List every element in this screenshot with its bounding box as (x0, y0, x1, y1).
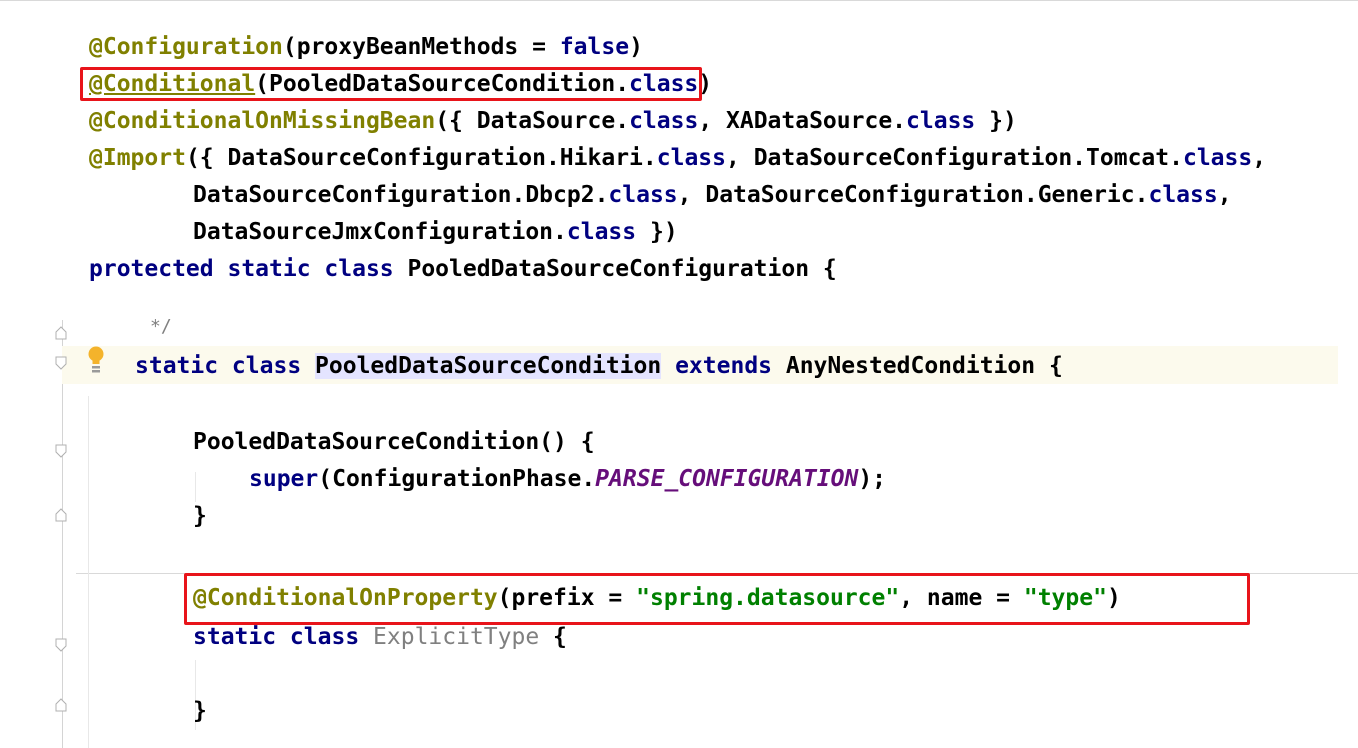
keyword: false (559, 34, 630, 60)
code-line-7: protected static class PooledDataSourceC… (89, 254, 837, 284)
code-text: PooledDataSourceCondition() { (193, 429, 595, 455)
fold-start-icon[interactable] (55, 356, 67, 370)
code-line-12: } (193, 501, 207, 531)
code-text: ) (629, 34, 643, 60)
annotation: @Import (89, 145, 186, 171)
code-line-6: DataSourceJmxConfiguration.class }) (193, 217, 678, 247)
keyword: class (656, 145, 726, 171)
code-line-8-comment: */ (150, 316, 172, 337)
code-text: , XADataSource. (698, 108, 907, 134)
code-text: DataSourceJmxConfiguration. (193, 219, 567, 245)
code-line-15: } (193, 696, 207, 726)
annotation: @ConditionalOnMissingBean (89, 108, 436, 134)
highlight-box-conditional (80, 67, 702, 101)
keyword: static class (193, 624, 360, 650)
code-text: , (1252, 145, 1267, 171)
code-text: DataSourceConfiguration.Dbcp2. (193, 182, 609, 208)
code-text: PooledDataSourceConfiguration { (393, 256, 837, 282)
fold-start-icon[interactable] (55, 444, 67, 458)
lightbulb-icon[interactable] (86, 345, 106, 373)
keyword: class (1148, 182, 1218, 208)
code-text: , (1217, 182, 1232, 208)
code-line-14: static class ExplicitType { (193, 622, 567, 652)
code-line-3: @ConditionalOnMissingBean({ DataSource.c… (89, 106, 1017, 136)
keyword: extends (675, 353, 773, 379)
keyword: class (1182, 145, 1253, 171)
code-text: ); (858, 466, 887, 492)
fold-end-icon[interactable] (55, 698, 67, 712)
code-text: } (193, 503, 207, 529)
fold-end-icon[interactable] (55, 508, 67, 522)
top-separator (0, 0, 1358, 1)
code-text: ({ DataSource. (435, 108, 630, 134)
code-line-4: @Import({ DataSourceConfiguration.Hikari… (89, 143, 1266, 173)
code-line-10: PooledDataSourceCondition() { (193, 427, 595, 457)
code-text: (ConfigurationPhase. (318, 466, 596, 492)
keyword: class (906, 108, 976, 134)
code-text: } (193, 698, 207, 724)
code-text: AnyNestedCondition { (772, 353, 1063, 379)
keyword: super (249, 466, 319, 492)
code-text: }) (636, 219, 678, 245)
indent-guide (195, 472, 196, 502)
code-text: ({ DataSourceConfiguration.Hikari. (185, 145, 657, 171)
highlighted-identifier[interactable]: PooledDataSourceCondition (315, 353, 662, 379)
code-line-9: static class PooledDataSourceCondition e… (135, 351, 1063, 381)
fold-end-icon[interactable] (55, 326, 67, 340)
code-text: (proxyBeanMethods = (282, 34, 560, 60)
constant: PARSE_CONFIGURATION (595, 466, 859, 492)
code-line-5: DataSourceConfiguration.Dbcp2.class, Dat… (193, 180, 1232, 210)
fold-start-icon[interactable] (55, 638, 67, 652)
code-line-1: @Configuration(proxyBeanMethods = false) (89, 32, 643, 62)
keyword: class (566, 219, 637, 245)
keyword: static class (135, 353, 302, 379)
code-text: }) (975, 108, 1017, 134)
keyword: class (608, 182, 678, 208)
highlight-box-conditional-on-property (184, 573, 1250, 625)
indent-guide (88, 396, 89, 748)
unused-class-name: ExplicitType (373, 624, 540, 650)
annotation: @Configuration (89, 34, 283, 60)
code-text: , DataSourceConfiguration.Generic. (677, 182, 1149, 208)
keyword: protected static class (89, 256, 394, 282)
keyword: class (629, 108, 699, 134)
code-text: , DataSourceConfiguration.Tomcat. (726, 145, 1183, 171)
code-line-11: super(ConfigurationPhase.PARSE_CONFIGURA… (249, 464, 886, 494)
code-text: { (539, 624, 567, 650)
gutter-line (62, 320, 63, 748)
